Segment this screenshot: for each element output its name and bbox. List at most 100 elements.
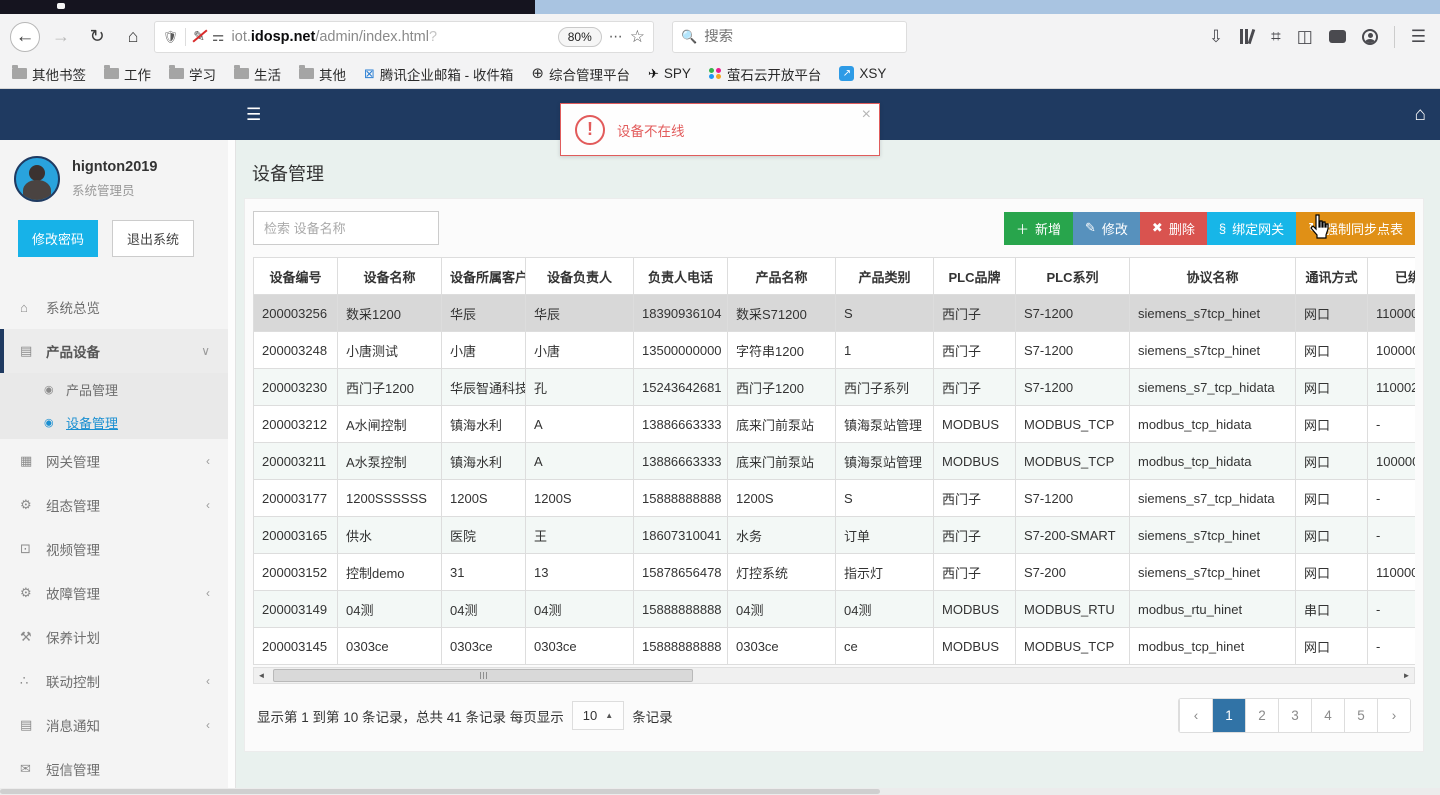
table-row[interactable]: 200003212 A水闸控制 镇海水利 A 13886663333 底来门前泵…: [253, 405, 1415, 443]
delete-button[interactable]: ✖ 删除: [1139, 211, 1207, 245]
blocked-pencil-icon[interactable]: ✎: [193, 28, 205, 45]
bookmark-folder-misc[interactable]: 其他: [299, 64, 346, 84]
table-row[interactable]: 200003256 数采1200 华辰 华辰 18390936104 数采S71…: [253, 294, 1415, 332]
table-header-cell[interactable]: 协议名称: [1129, 257, 1296, 295]
sidebar-menu-item[interactable]: ∴ 联动控制 ‹: [0, 659, 228, 703]
table-header-cell[interactable]: 产品类别: [835, 257, 934, 295]
table-horizontal-scrollbar[interactable]: ◄ ►: [253, 667, 1415, 684]
screenshot-crop-icon[interactable]: ⌗: [1271, 27, 1281, 47]
table-header-cell[interactable]: 通讯方式: [1295, 257, 1368, 295]
table-row[interactable]: 200003145 0303ce 0303ce 0303ce 158888888…: [253, 627, 1415, 665]
page-button[interactable]: 4: [1311, 699, 1344, 732]
url-bar[interactable]: 🛡 ✎ ⚎ iot.idosp.net/admin/index.html? 80…: [154, 20, 654, 53]
alert-close-icon[interactable]: ×: [862, 106, 871, 124]
page-button[interactable]: 2: [1245, 699, 1278, 732]
tab-favicon: [57, 3, 65, 9]
table-row[interactable]: 200003248 小唐测试 小唐 小唐 13500000000 字符串1200…: [253, 331, 1415, 369]
table-header-cell[interactable]: 设备负责人: [525, 257, 634, 295]
page-button[interactable]: 5: [1344, 699, 1377, 732]
sidebar-menu-item[interactable]: ⚙ 故障管理 ‹: [0, 571, 228, 615]
sidebar-menu-item[interactable]: ◉ 设备管理: [0, 406, 228, 439]
scroll-left-icon[interactable]: ◄: [254, 668, 269, 683]
bookmark-folder-other-tags[interactable]: 其他书签: [12, 64, 86, 84]
zoom-level-badge[interactable]: 80%: [557, 26, 602, 47]
reload-button[interactable]: ↻: [82, 22, 112, 52]
window-horizontal-scrollbar[interactable]: [0, 788, 1440, 795]
shield-icon[interactable]: 🛡: [163, 30, 178, 44]
bookmark-spy[interactable]: ✈ SPY: [648, 66, 691, 81]
browser-search-input[interactable]: [704, 28, 898, 45]
cell-plc-brand: MODBUS: [933, 590, 1016, 628]
page-button[interactable]: ›: [1377, 699, 1410, 732]
sidebar-menu-item[interactable]: ⊡ 视频管理: [0, 527, 228, 571]
bookmark-star-icon[interactable]: ☆: [630, 27, 645, 47]
force-sync-button[interactable]: ↻ 强制同步点表: [1296, 211, 1415, 245]
logout-button[interactable]: 退出系统: [112, 220, 195, 257]
app-menu-icon[interactable]: ☰: [1411, 27, 1426, 47]
bookmark-ys7-platform[interactable]: 萤石云开放平台: [708, 64, 821, 84]
table-header-cell[interactable]: 设备名称: [337, 257, 442, 295]
add-button[interactable]: ＋ 新增: [1003, 211, 1073, 245]
table-header-cell[interactable]: 负责人电话: [633, 257, 728, 295]
table-header-cell[interactable]: 设备所属客户: [441, 257, 526, 295]
bookmark-folder-work[interactable]: 工作: [104, 64, 151, 84]
sidebar-menu-item[interactable]: ✉ 短信管理: [0, 747, 228, 791]
page-button[interactable]: 3: [1278, 699, 1311, 732]
table-row[interactable]: 200003177 1200SSSSSS 1200S 1200S 1588888…: [253, 479, 1415, 517]
back-button[interactable]: ←: [10, 21, 40, 52]
bookmark-tencent-mail[interactable]: ⊠ 腾讯企业邮箱 - 收件箱: [364, 64, 513, 84]
cell-customer: 0303ce: [441, 627, 526, 665]
table-header-cell[interactable]: 设备编号: [253, 257, 338, 295]
bind-gateway-button[interactable]: § 绑定网关: [1206, 211, 1297, 245]
scrollbar-track[interactable]: [269, 668, 1399, 683]
account-icon[interactable]: [1361, 28, 1378, 45]
envelope-icon: ✉: [20, 761, 31, 776]
download-icon[interactable]: ⇩: [1209, 27, 1223, 47]
table-row[interactable]: 200003211 A水泵控制 镇海水利 A 13886663333 底来门前泵…: [253, 442, 1415, 480]
forward-button[interactable]: →: [46, 22, 76, 52]
sidebar-menu: ⌂ 系统总览 ▤ 产品设备 ∨ ◉ 产品管理 ◉ 设备管理 ▦ 网关管理 ‹ ⚙…: [0, 285, 228, 791]
page-size-select[interactable]: 10 ▲: [571, 701, 625, 730]
cell-product-category: 1: [835, 331, 934, 369]
page-button[interactable]: 1: [1212, 699, 1245, 732]
sidebar-menu-item[interactable]: ⚒ 保养计划: [0, 615, 228, 659]
page-button[interactable]: ‹: [1179, 699, 1212, 732]
bookmark-xsy[interactable]: ↗ XSY: [839, 66, 886, 81]
table-row[interactable]: 200003230 西门子1200 华辰智通科技 孔 15243642681 西…: [253, 368, 1415, 406]
bookmark-folder-life[interactable]: 生活: [234, 64, 281, 84]
sidebar-menu-item[interactable]: ◉ 产品管理: [0, 373, 228, 406]
chat-bubble-icon[interactable]: [1328, 30, 1346, 43]
device-search-input[interactable]: [253, 211, 439, 245]
link-icon: §: [1218, 220, 1227, 236]
sidebar-menu-item[interactable]: ▤ 消息通知 ‹: [0, 703, 228, 747]
sidebar-menu-item[interactable]: ▤ 产品设备 ∨: [0, 329, 228, 373]
scrollbar-thumb[interactable]: [273, 669, 693, 682]
sidebar-menu-item[interactable]: ⚙ 组态管理 ‹: [0, 483, 228, 527]
permissions-icon[interactable]: ⚎: [212, 28, 225, 45]
table-header-cell[interactable]: PLC品牌: [933, 257, 1016, 295]
sidebar-menu-item[interactable]: ▦ 网关管理 ‹: [0, 439, 228, 483]
bookmark-folder-study[interactable]: 学习: [169, 64, 216, 84]
library-icon[interactable]: [1239, 28, 1255, 45]
browser-search-box[interactable]: 🔍: [672, 20, 907, 53]
table-header-cell[interactable]: 已绑定网关: [1367, 257, 1415, 295]
app-home-icon[interactable]: ⌂: [1415, 104, 1426, 126]
table-row[interactable]: 200003152 控制demo 31 13 15878656478 灯控系统 …: [253, 553, 1415, 591]
table-row[interactable]: 200003149 04测 04测 04测 15888888888 04测 04…: [253, 590, 1415, 628]
sidebar-scroll-strip[interactable]: [228, 140, 236, 789]
table-header-cell[interactable]: PLC系列: [1015, 257, 1130, 295]
table-header-cell[interactable]: 产品名称: [727, 257, 836, 295]
edit-button[interactable]: ✎ 修改: [1072, 211, 1140, 245]
sidebar-collapse-icon[interactable]: ☰: [246, 105, 261, 125]
table-row[interactable]: 200003165 供水 医院 王 18607310041 水务 订单 西门子 …: [253, 516, 1415, 554]
home-button[interactable]: ⌂: [118, 22, 148, 52]
gears-icon: ⚙: [20, 585, 32, 600]
overflow-icon[interactable]: ⋯: [609, 28, 623, 45]
bookmark-mgmt-platform[interactable]: ⊕ 综合管理平台: [531, 64, 630, 84]
change-password-button[interactable]: 修改密码: [18, 220, 99, 257]
sidebar-menu-item[interactable]: ⌂ 系统总览: [0, 285, 228, 329]
window-scrollbar-thumb[interactable]: [0, 789, 880, 794]
sidebar-toggle-icon[interactable]: ◫: [1297, 27, 1313, 47]
scroll-right-icon[interactable]: ►: [1399, 668, 1414, 683]
cell-device-id: 200003211: [253, 442, 338, 480]
